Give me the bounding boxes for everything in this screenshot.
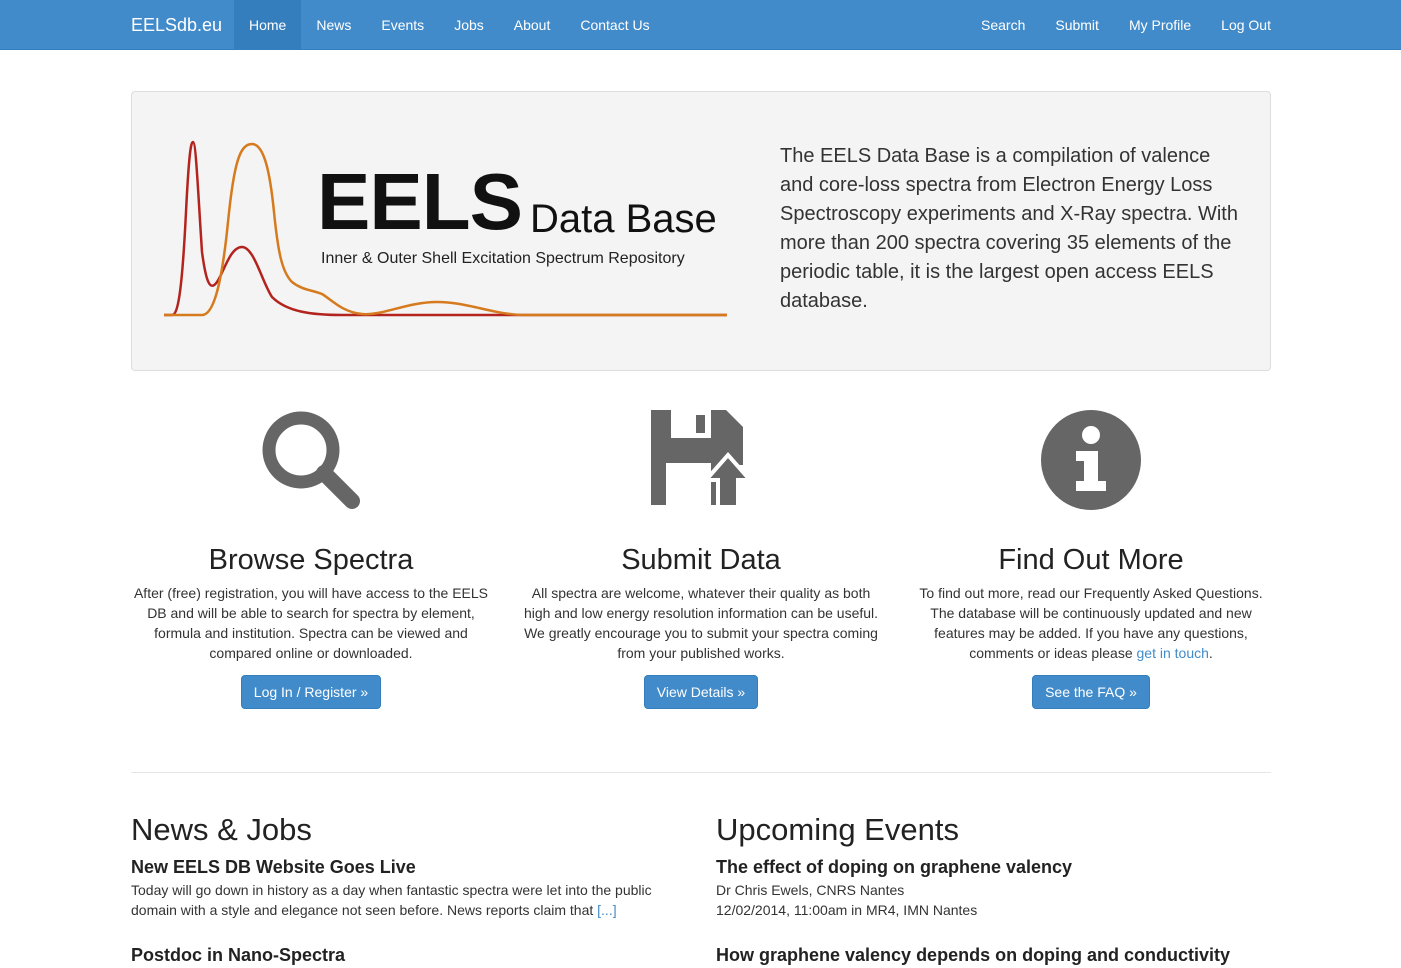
see-faq-button[interactable]: See the FAQ » xyxy=(1032,675,1150,709)
user-nav: Search Submit My Profile Log Out xyxy=(966,0,1286,50)
news-item-title[interactable]: New EELS DB Website Goes Live xyxy=(131,854,691,880)
logo-subtitle: Data Base xyxy=(530,197,717,241)
read-more-link[interactable]: [...] xyxy=(597,902,616,918)
login-register-button[interactable]: Log In / Register » xyxy=(240,675,382,709)
brand-link[interactable]: EELSdb.eu xyxy=(131,0,222,50)
nav-events[interactable]: Events xyxy=(366,0,439,50)
event-time: 12/02/2014, 11:00am in MR4, IMN Nantes xyxy=(716,902,978,918)
feature-find-out-more: Find Out More To find out more, read our… xyxy=(911,405,1271,709)
search-icon xyxy=(131,405,491,515)
event-title[interactable]: The effect of doping on graphene valency xyxy=(716,854,1276,880)
hero-panel: EELS Data Base Inner & Outer Shell Excit… xyxy=(131,91,1271,371)
event-speaker: Dr Chris Ewels, CNRS Nantes xyxy=(716,882,905,898)
news-heading: News & Jobs xyxy=(131,812,312,847)
nav-submit[interactable]: Submit xyxy=(1040,0,1114,50)
news-jobs-section: News & Jobs New EELS DB Website Goes Liv… xyxy=(131,810,691,968)
top-navbar: EELSdb.eu Home News Events Jobs About Co… xyxy=(0,0,1401,50)
feature-title: Browse Spectra xyxy=(208,544,414,576)
feature-text: To find out more, read our Frequently As… xyxy=(919,585,1263,661)
feature-text: All spectra are welcome, whatever their … xyxy=(523,585,879,661)
feature-text: After (free) registration, you will have… xyxy=(133,585,489,661)
events-section: Upcoming Events The effect of doping on … xyxy=(716,810,1276,968)
nav-home[interactable]: Home xyxy=(234,0,302,50)
news-item-text: Today will go down in history as a day w… xyxy=(131,882,652,918)
feature-title: Submit Data xyxy=(621,544,781,576)
main-nav: Home News Events Jobs About Contact Us xyxy=(234,0,665,50)
nav-my-profile[interactable]: My Profile xyxy=(1114,0,1206,50)
view-details-button[interactable]: View Details » xyxy=(643,675,759,709)
logo-title: EELS xyxy=(317,157,523,246)
info-icon xyxy=(911,405,1271,515)
feature-browse: Browse Spectra After (free) registration… xyxy=(131,405,491,709)
events-heading: Upcoming Events xyxy=(716,812,959,847)
section-divider xyxy=(131,772,1271,773)
nav-news[interactable]: News xyxy=(301,0,366,50)
nav-search[interactable]: Search xyxy=(966,0,1040,50)
save-upload-icon xyxy=(521,405,881,515)
get-in-touch-link[interactable]: get in touch xyxy=(1137,645,1209,661)
feature-submit: Submit Data All spectra are welcome, wha… xyxy=(521,405,881,709)
nav-about[interactable]: About xyxy=(499,0,566,50)
news-item-title[interactable]: Postdoc in Nano-Spectra xyxy=(131,942,691,968)
nav-jobs[interactable]: Jobs xyxy=(439,0,499,50)
nav-log-out[interactable]: Log Out xyxy=(1206,0,1286,50)
hero-description: The EELS Data Base is a compilation of v… xyxy=(780,145,1238,312)
logo-tagline: Inner & Outer Shell Excitation Spectrum … xyxy=(321,250,685,267)
nav-contact[interactable]: Contact Us xyxy=(565,0,664,50)
feature-title: Find Out More xyxy=(998,544,1184,576)
event-title[interactable]: How graphene valency depends on doping a… xyxy=(716,942,1276,968)
